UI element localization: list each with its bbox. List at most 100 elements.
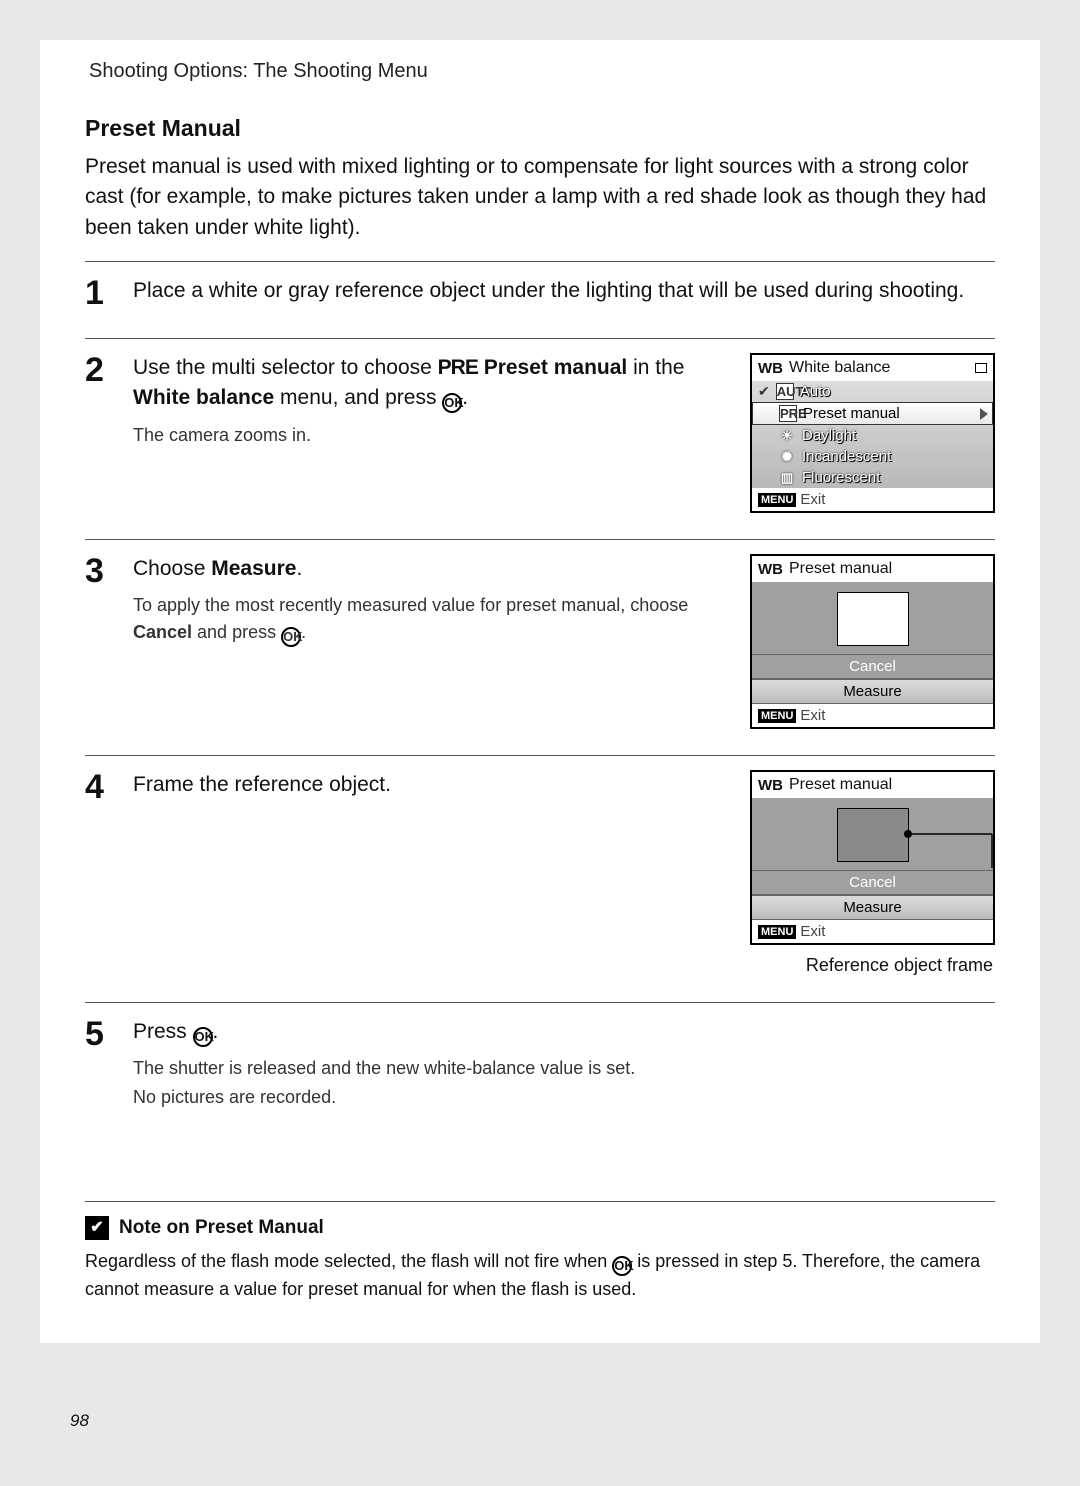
callout-label: Reference object frame	[750, 955, 995, 976]
step-number: 2	[85, 353, 115, 513]
text-bold: White balance	[133, 386, 274, 409]
step-text: Place a white or gray reference object u…	[133, 276, 995, 306]
menu-item-daylight: ☀ Daylight	[752, 425, 993, 446]
text: Press	[133, 1020, 193, 1043]
lcd-footer: MENU Exit	[752, 488, 993, 511]
intro-paragraph: Preset manual is used with mixed lightin…	[85, 152, 995, 243]
text: and press	[192, 622, 281, 642]
measure-option: Measure	[752, 679, 993, 704]
lcd-title: Preset manual	[789, 560, 987, 578]
step-number: 3	[85, 554, 115, 729]
menu-label: Preset manual	[803, 405, 900, 422]
menu-label: Auto	[800, 383, 831, 400]
cancel-option: Cancel	[752, 654, 993, 679]
text: Use the multi selector to choose	[133, 356, 438, 379]
menu-label: Daylight	[802, 427, 856, 444]
text: in the	[627, 356, 684, 379]
text: Choose	[133, 557, 211, 580]
step-4: 4 Frame the reference object. WB Preset …	[85, 762, 995, 996]
step-subtext: To apply the most recently measured valu…	[133, 592, 722, 647]
breadcrumb: Shooting Options: The Shooting Menu	[85, 60, 995, 83]
step-text: Press OK.	[133, 1017, 995, 1047]
step-text: Use the multi selector to choose PRE Pre…	[133, 353, 722, 414]
exit-label: Exit	[800, 491, 825, 508]
lcd-footer: MENU Exit	[752, 920, 993, 943]
mode-icon: PRE	[779, 405, 797, 422]
menu-chip: MENU	[758, 925, 796, 939]
step-number: 1	[85, 276, 115, 312]
text: .	[213, 1020, 219, 1043]
manual-page: Shooting Options: The Shooting Menu Pres…	[40, 40, 1040, 1343]
bulb-icon: ✺	[778, 449, 796, 465]
reference-frame-box	[837, 808, 909, 862]
page-number: 98	[70, 1411, 89, 1431]
menu-item-incandescent: ✺ Incandescent	[752, 446, 993, 467]
step-5: 5 Press OK. The shutter is released and …	[85, 1009, 995, 1131]
text: Regardless of the flash mode selected, t…	[85, 1251, 612, 1271]
lcd-frame-reference: WB Preset manual Cancel Measure MENUE	[750, 770, 995, 945]
text-bold: Preset manual	[484, 356, 628, 379]
ok-icon: OK	[442, 393, 462, 413]
note-icon: ✔	[85, 1216, 109, 1240]
text: To apply the most recently measured valu…	[133, 595, 688, 615]
menu-label: Fluorescent	[802, 469, 880, 486]
text-bold: Cancel	[133, 622, 192, 642]
step-subtext: No pictures are recorded.	[133, 1084, 995, 1111]
text-bold: Measure	[211, 557, 296, 580]
note-section: ✔ Note on Preset Manual Regardless of th…	[85, 1201, 995, 1303]
step-subtext: The shutter is released and the new whit…	[133, 1055, 995, 1082]
menu-item-fluorescent: ▥ Fluorescent	[752, 467, 993, 488]
step-number: 4	[85, 770, 115, 976]
divider	[85, 539, 995, 540]
step-number: 5	[85, 1017, 115, 1111]
leader-line	[902, 828, 1002, 868]
text: .	[296, 557, 302, 580]
section-title: Preset Manual	[85, 115, 995, 142]
menu-item-preset-manual: PRE Preset manual	[752, 402, 993, 425]
lcd-white-balance-menu: WB White balance ✔ AUTO Auto PRE Preset man…	[750, 353, 995, 513]
step-2: 2 Use the multi selector to choose PRE P…	[85, 345, 995, 533]
lcd-header: WB Preset manual	[752, 556, 993, 582]
lcd-header: WB Preset manual	[752, 772, 993, 798]
measure-option: Measure	[752, 895, 993, 920]
card-icon	[975, 363, 987, 373]
ok-icon: OK	[281, 627, 301, 647]
menu-chip: MENU	[758, 493, 796, 507]
lcd-header: WB White balance	[752, 355, 993, 381]
step-3: 3 Choose Measure. To apply the most rece…	[85, 546, 995, 749]
exit-label: Exit	[800, 707, 825, 724]
exit-label: Exit	[800, 923, 825, 940]
cancel-option: Cancel	[752, 870, 993, 895]
text: menu, and press	[274, 386, 442, 409]
pre-icon: PRE	[438, 356, 478, 379]
menu-chip: MENU	[758, 709, 796, 723]
ok-icon: OK	[193, 1027, 213, 1047]
text: .	[462, 386, 468, 409]
mode-icon: AUTO	[776, 383, 794, 400]
fluorescent-icon: ▥	[778, 470, 796, 486]
reference-box	[837, 592, 909, 646]
step-1: 1 Place a white or gray reference object…	[85, 268, 995, 332]
lcd-title: White balance	[789, 359, 969, 377]
step-text: Frame the reference object.	[133, 770, 722, 800]
lcd-preset-manual: WB Preset manual Cancel Measure MENU Exit	[750, 554, 995, 729]
check-icon: ✔	[758, 383, 770, 400]
wb-icon: WB	[758, 561, 783, 578]
sun-icon: ☀	[778, 428, 796, 444]
divider	[85, 1002, 995, 1003]
lcd-title: Preset manual	[789, 776, 987, 794]
divider	[85, 755, 995, 756]
ok-icon: OK	[612, 1256, 632, 1276]
menu-label: Incandescent	[802, 448, 891, 465]
step-text: Choose Measure.	[133, 554, 722, 584]
step-subtext: The camera zooms in.	[133, 422, 722, 449]
wb-icon: WB	[758, 777, 783, 794]
note-title: Note on Preset Manual	[119, 1217, 324, 1239]
lcd-footer: MENU Exit	[752, 704, 993, 727]
menu-item-auto: ✔ AUTO Auto	[752, 381, 993, 402]
wb-icon: WB	[758, 360, 783, 377]
text: .	[301, 622, 306, 642]
divider	[85, 261, 995, 262]
divider	[85, 338, 995, 339]
note-text: Regardless of the flash mode selected, t…	[85, 1248, 995, 1303]
